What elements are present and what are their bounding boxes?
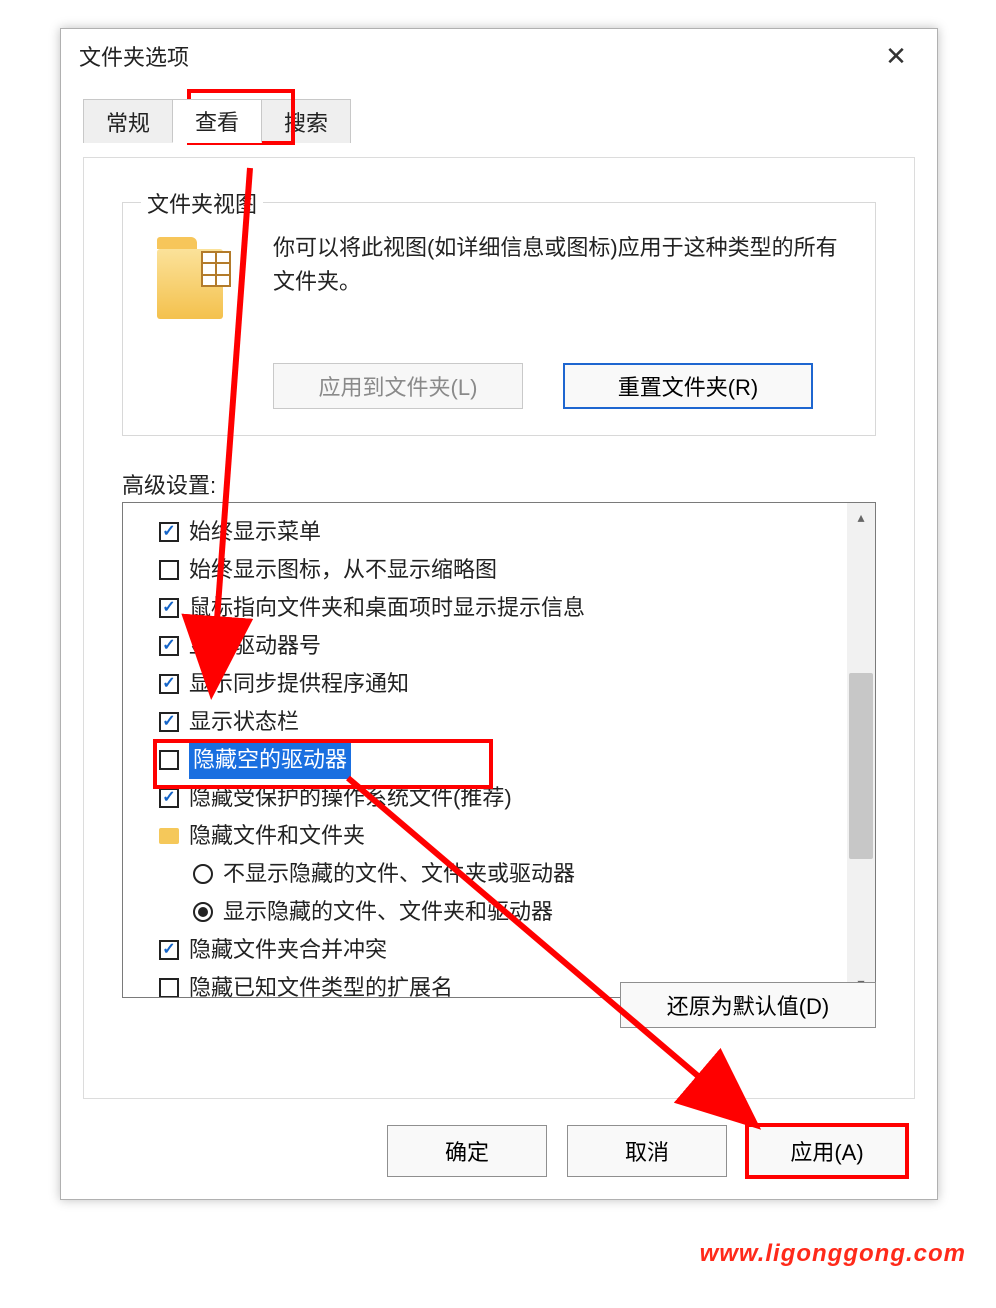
cancel-button[interactable]: 取消	[567, 1125, 727, 1177]
close-icon[interactable]: ✕	[873, 33, 919, 79]
folder-icon	[157, 237, 223, 319]
checkbox-icon[interactable]	[159, 560, 179, 580]
list-item-label: 显示隐藏的文件、文件夹和驱动器	[223, 893, 553, 931]
apply-to-folders-button: 应用到文件夹(L)	[273, 363, 523, 409]
checkbox-icon[interactable]	[159, 940, 179, 960]
list-item-label: 显示同步提供程序通知	[189, 665, 409, 703]
titlebar: 文件夹选项 ✕	[61, 29, 937, 83]
group-description: 你可以将此视图(如详细信息或图标)应用于这种类型的所有文件夹。	[273, 231, 847, 299]
list-item-label: 隐藏文件和文件夹	[189, 817, 365, 855]
checkbox-icon[interactable]	[159, 522, 179, 542]
list-item[interactable]: 显示同步提供程序通知	[159, 665, 847, 703]
list-item-label: 隐藏文件夹合并冲突	[189, 931, 387, 969]
checkbox-icon[interactable]	[159, 712, 179, 732]
list-item-label: 不显示隐藏的文件、文件夹或驱动器	[223, 855, 575, 893]
list-item-label: 始终显示菜单	[189, 513, 321, 551]
checkbox-icon[interactable]	[159, 636, 179, 656]
list-item-label: 显示驱动器号	[189, 627, 321, 665]
tab-view[interactable]: 查看	[172, 99, 262, 143]
list-item[interactable]: 不显示隐藏的文件、文件夹或驱动器	[159, 855, 847, 893]
group-label: 文件夹视图	[141, 187, 263, 219]
tab-row: 常规 查看 搜索	[83, 95, 937, 143]
group-buttons: 应用到文件夹(L) 重置文件夹(R)	[273, 363, 847, 409]
list-item-label: 显示状态栏	[189, 703, 299, 741]
radio-icon[interactable]	[193, 864, 213, 884]
checkbox-icon[interactable]	[159, 674, 179, 694]
folder-options-dialog: 文件夹选项 ✕ 常规 查看 搜索 文件夹视图 你可以将此视图(如详细信息或图标)…	[60, 28, 938, 1200]
ok-button[interactable]: 确定	[387, 1125, 547, 1177]
list-item[interactable]: 隐藏空的驱动器	[159, 741, 847, 779]
advanced-settings-list[interactable]: 始终显示菜单始终显示图标，从不显示缩略图鼠标指向文件夹和桌面项时显示提示信息显示…	[122, 502, 876, 998]
list-item[interactable]: 始终显示图标，从不显示缩略图	[159, 551, 847, 589]
tab-search[interactable]: 搜索	[261, 99, 351, 143]
scroll-thumb[interactable]	[849, 673, 873, 859]
advanced-settings-label: 高级设置:	[122, 468, 216, 500]
dialog-title: 文件夹选项	[79, 40, 873, 72]
list-item[interactable]: 隐藏受保护的操作系统文件(推荐)	[159, 779, 847, 817]
list-item-label: 隐藏空的驱动器	[189, 741, 351, 779]
list-item[interactable]: 显示驱动器号	[159, 627, 847, 665]
list-item-label: 隐藏已知文件类型的扩展名	[189, 969, 453, 998]
dialog-buttons: 确定 取消 应用(A)	[387, 1125, 907, 1177]
tab-general[interactable]: 常规	[83, 99, 173, 143]
checkbox-icon[interactable]	[159, 978, 179, 998]
scrollbar[interactable]: ▴ ▾	[847, 503, 875, 997]
radio-icon[interactable]	[193, 902, 213, 922]
list-item[interactable]: 始终显示菜单	[159, 513, 847, 551]
reset-folders-button[interactable]: 重置文件夹(R)	[563, 363, 813, 409]
list-item[interactable]: 显示隐藏的文件、文件夹和驱动器	[159, 893, 847, 931]
watermark-text: www.ligonggong.com	[700, 1240, 966, 1268]
checkbox-icon[interactable]	[159, 598, 179, 618]
list-item-label: 隐藏受保护的操作系统文件(推荐)	[189, 779, 512, 817]
checkbox-icon[interactable]	[159, 750, 179, 770]
list-item-label: 鼠标指向文件夹和桌面项时显示提示信息	[189, 589, 585, 627]
list-item-label: 始终显示图标，从不显示缩略图	[189, 551, 497, 589]
apply-button[interactable]: 应用(A)	[747, 1125, 907, 1177]
checkbox-icon[interactable]	[159, 788, 179, 808]
folder-icon	[159, 828, 179, 844]
restore-defaults-button[interactable]: 还原为默认值(D)	[620, 982, 876, 1028]
list-item[interactable]: 显示状态栏	[159, 703, 847, 741]
tab-panel: 文件夹视图 你可以将此视图(如详细信息或图标)应用于这种类型的所有文件夹。 应用…	[83, 157, 915, 1099]
list-item[interactable]: 隐藏文件和文件夹	[159, 817, 847, 855]
list-item[interactable]: 隐藏文件夹合并冲突	[159, 931, 847, 969]
folder-view-group: 文件夹视图 你可以将此视图(如详细信息或图标)应用于这种类型的所有文件夹。 应用…	[122, 202, 876, 436]
scroll-up-icon[interactable]: ▴	[847, 503, 875, 531]
list-item[interactable]: 鼠标指向文件夹和桌面项时显示提示信息	[159, 589, 847, 627]
